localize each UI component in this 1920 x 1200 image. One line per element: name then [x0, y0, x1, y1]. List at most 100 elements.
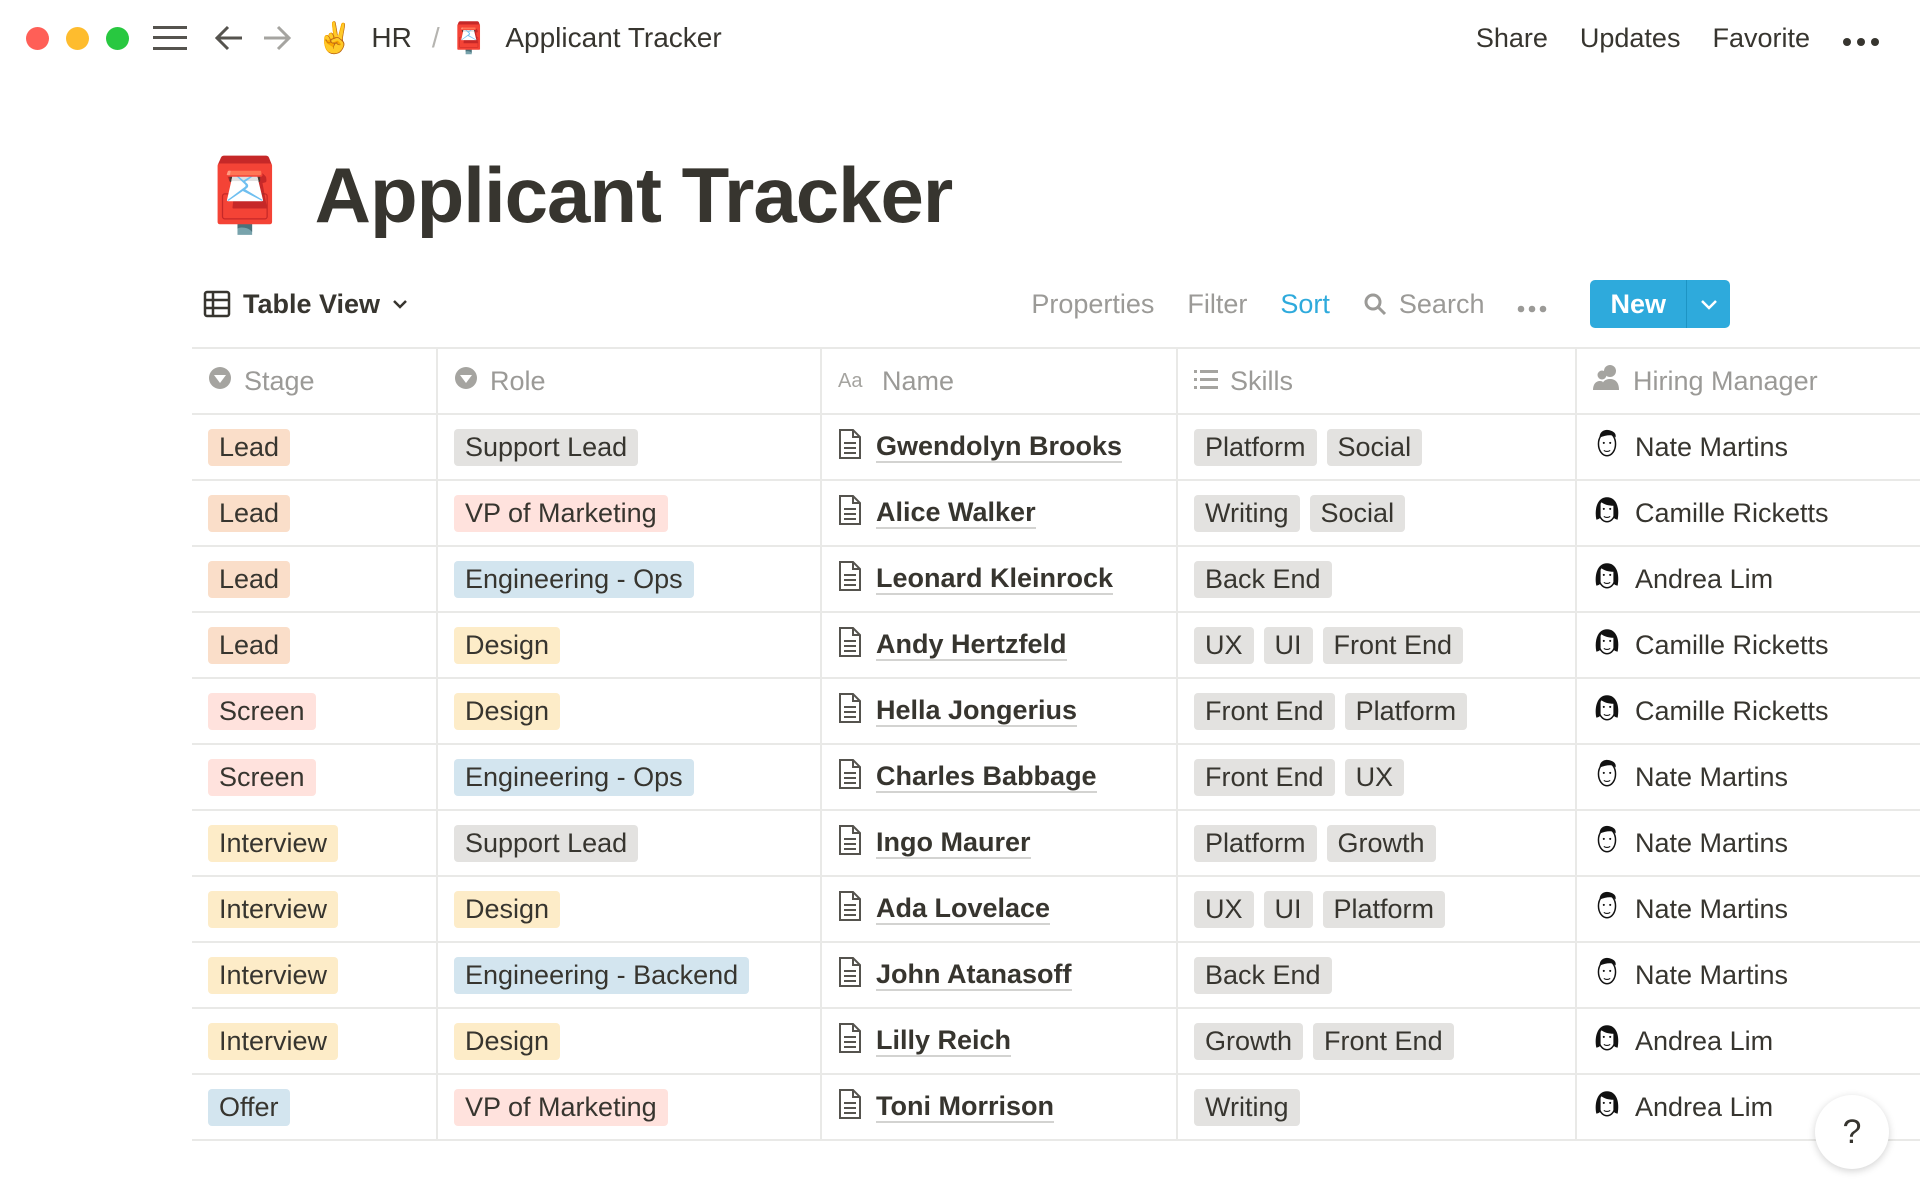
close-window-button[interactable]: [26, 27, 49, 50]
applicant-name-link[interactable]: Ingo Maurer: [876, 827, 1031, 859]
applicant-name-link[interactable]: John Atanasoff: [876, 959, 1072, 991]
table-row[interactable]: Interview Design Ada Lovelace UX UI Platfo…: [192, 875, 1920, 943]
new-button[interactable]: New: [1590, 280, 1686, 328]
role-cell[interactable]: Support Lead: [436, 809, 821, 877]
breadcrumb-hr[interactable]: ✌️ HR /: [316, 20, 440, 56]
back-arrow-icon[interactable]: [214, 20, 244, 56]
view-switcher[interactable]: Table View: [203, 289, 408, 320]
table-row[interactable]: Offer VP of Marketing Toni Morrison Writ…: [192, 1073, 1920, 1141]
stage-cell[interactable]: Lead: [192, 479, 437, 547]
sort-button[interactable]: Sort: [1280, 289, 1330, 320]
name-cell[interactable]: Toni Morrison: [820, 1073, 1177, 1141]
hiring-manager-cell[interactable]: Andrea Lim: [1575, 545, 1920, 613]
name-cell[interactable]: Gwendolyn Brooks: [820, 413, 1177, 481]
breadcrumb-applicant-tracker[interactable]: 📮 Applicant Tracker: [450, 20, 722, 56]
properties-button[interactable]: Properties: [1031, 289, 1154, 320]
applicant-name-link[interactable]: Toni Morrison: [876, 1091, 1054, 1123]
more-view-options-icon[interactable]: [1517, 289, 1547, 320]
skills-cell[interactable]: UX UI Front End: [1176, 611, 1576, 679]
stage-cell[interactable]: Interview: [192, 941, 437, 1009]
updates-button[interactable]: Updates: [1580, 23, 1681, 54]
applicant-name-link[interactable]: Gwendolyn Brooks: [876, 431, 1123, 463]
stage-cell[interactable]: Offer: [192, 1073, 437, 1141]
table-row[interactable]: Lead Design Andy Hertzfeld UX UI Front End…: [192, 611, 1920, 679]
name-cell[interactable]: Leonard Kleinrock: [820, 545, 1177, 613]
stage-cell[interactable]: Screen: [192, 743, 437, 811]
applicant-name-link[interactable]: Hella Jongerius: [876, 695, 1078, 727]
role-cell[interactable]: Design: [436, 1007, 821, 1075]
favorite-button[interactable]: Favorite: [1712, 23, 1810, 54]
table-row[interactable]: Interview Design Lilly Reich Growth Front…: [192, 1007, 1920, 1075]
applicant-name-link[interactable]: Ada Lovelace: [876, 893, 1051, 925]
stage-cell[interactable]: Interview: [192, 875, 437, 943]
table-row[interactable]: Lead Engineering - Ops Leonard Kleinrock…: [192, 545, 1920, 613]
hiring-manager-cell[interactable]: Andrea Lim: [1575, 1007, 1920, 1075]
stage-cell[interactable]: Interview: [192, 809, 437, 877]
skills-cell[interactable]: Front End Platform: [1176, 677, 1576, 745]
applicant-name-link[interactable]: Lilly Reich: [876, 1025, 1012, 1057]
maximize-window-button[interactable]: [106, 27, 129, 50]
search-button[interactable]: Search: [1363, 289, 1484, 320]
more-options-icon[interactable]: [1842, 23, 1880, 54]
name-cell[interactable]: Ada Lovelace: [820, 875, 1177, 943]
column-header-stage[interactable]: Stage: [192, 347, 437, 415]
applicant-name-link[interactable]: Andy Hertzfeld: [876, 629, 1067, 661]
skills-cell[interactable]: Growth Front End: [1176, 1007, 1576, 1075]
name-cell[interactable]: Andy Hertzfeld: [820, 611, 1177, 679]
page-icon-postbox[interactable]: 📮: [200, 153, 290, 238]
skills-cell[interactable]: Platform Growth: [1176, 809, 1576, 877]
table-row[interactable]: Interview Support Lead Ingo Maurer Platf…: [192, 809, 1920, 877]
name-cell[interactable]: John Atanasoff: [820, 941, 1177, 1009]
table-row[interactable]: Interview Engineering - Backend John Ata…: [192, 941, 1920, 1009]
stage-cell[interactable]: Interview: [192, 1007, 437, 1075]
new-dropdown-button[interactable]: [1686, 280, 1730, 328]
column-header-skills[interactable]: Skills: [1176, 347, 1576, 415]
hiring-manager-cell[interactable]: Camille Ricketts: [1575, 479, 1920, 547]
stage-cell[interactable]: Lead: [192, 413, 437, 481]
hiring-manager-cell[interactable]: Nate Martins: [1575, 941, 1920, 1009]
applicant-name-link[interactable]: Charles Babbage: [876, 761, 1097, 793]
table-row[interactable]: Lead VP of Marketing Alice Walker Writin…: [192, 479, 1920, 547]
hiring-manager-cell[interactable]: Nate Martins: [1575, 413, 1920, 481]
skills-cell[interactable]: Platform Social: [1176, 413, 1576, 481]
hiring-manager-cell[interactable]: Nate Martins: [1575, 743, 1920, 811]
name-cell[interactable]: Hella Jongerius: [820, 677, 1177, 745]
role-cell[interactable]: Engineering - Backend: [436, 941, 821, 1009]
column-header-hiring-manager[interactable]: Hiring Manager: [1575, 347, 1920, 415]
skills-cell[interactable]: Front End UX: [1176, 743, 1576, 811]
name-cell[interactable]: Lilly Reich: [820, 1007, 1177, 1075]
role-cell[interactable]: Design: [436, 677, 821, 745]
table-row[interactable]: Screen Design Hella Jongerius Front End P…: [192, 677, 1920, 745]
role-cell[interactable]: Design: [436, 611, 821, 679]
minimize-window-button[interactable]: [66, 27, 89, 50]
stage-cell[interactable]: Lead: [192, 611, 437, 679]
role-cell[interactable]: Engineering - Ops: [436, 743, 821, 811]
hiring-manager-cell[interactable]: Camille Ricketts: [1575, 677, 1920, 745]
skills-cell[interactable]: Back End: [1176, 941, 1576, 1009]
role-cell[interactable]: VP of Marketing: [436, 1073, 821, 1141]
stage-cell[interactable]: Screen: [192, 677, 437, 745]
hiring-manager-cell[interactable]: Camille Ricketts: [1575, 611, 1920, 679]
name-cell[interactable]: Charles Babbage: [820, 743, 1177, 811]
hiring-manager-cell[interactable]: Nate Martins: [1575, 809, 1920, 877]
applicant-name-link[interactable]: Leonard Kleinrock: [876, 563, 1114, 595]
stage-cell[interactable]: Lead: [192, 545, 437, 613]
hiring-manager-cell[interactable]: Nate Martins: [1575, 875, 1920, 943]
role-cell[interactable]: Design: [436, 875, 821, 943]
applicant-name-link[interactable]: Alice Walker: [876, 497, 1036, 529]
table-row[interactable]: Screen Engineering - Ops Charles Babbage…: [192, 743, 1920, 811]
skills-cell[interactable]: Writing Social: [1176, 479, 1576, 547]
column-header-role[interactable]: Role: [436, 347, 821, 415]
name-cell[interactable]: Ingo Maurer: [820, 809, 1177, 877]
forward-arrow-icon[interactable]: [262, 20, 292, 56]
table-row[interactable]: Lead Support Lead Gwendolyn Brooks Platf…: [192, 413, 1920, 481]
role-cell[interactable]: VP of Marketing: [436, 479, 821, 547]
column-header-name[interactable]: Aa Name: [820, 347, 1177, 415]
skills-cell[interactable]: Back End: [1176, 545, 1576, 613]
role-cell[interactable]: Support Lead: [436, 413, 821, 481]
skills-cell[interactable]: UX UI Platform: [1176, 875, 1576, 943]
filter-button[interactable]: Filter: [1187, 289, 1247, 320]
help-button[interactable]: ?: [1815, 1095, 1889, 1169]
name-cell[interactable]: Alice Walker: [820, 479, 1177, 547]
skills-cell[interactable]: Writing: [1176, 1073, 1576, 1141]
